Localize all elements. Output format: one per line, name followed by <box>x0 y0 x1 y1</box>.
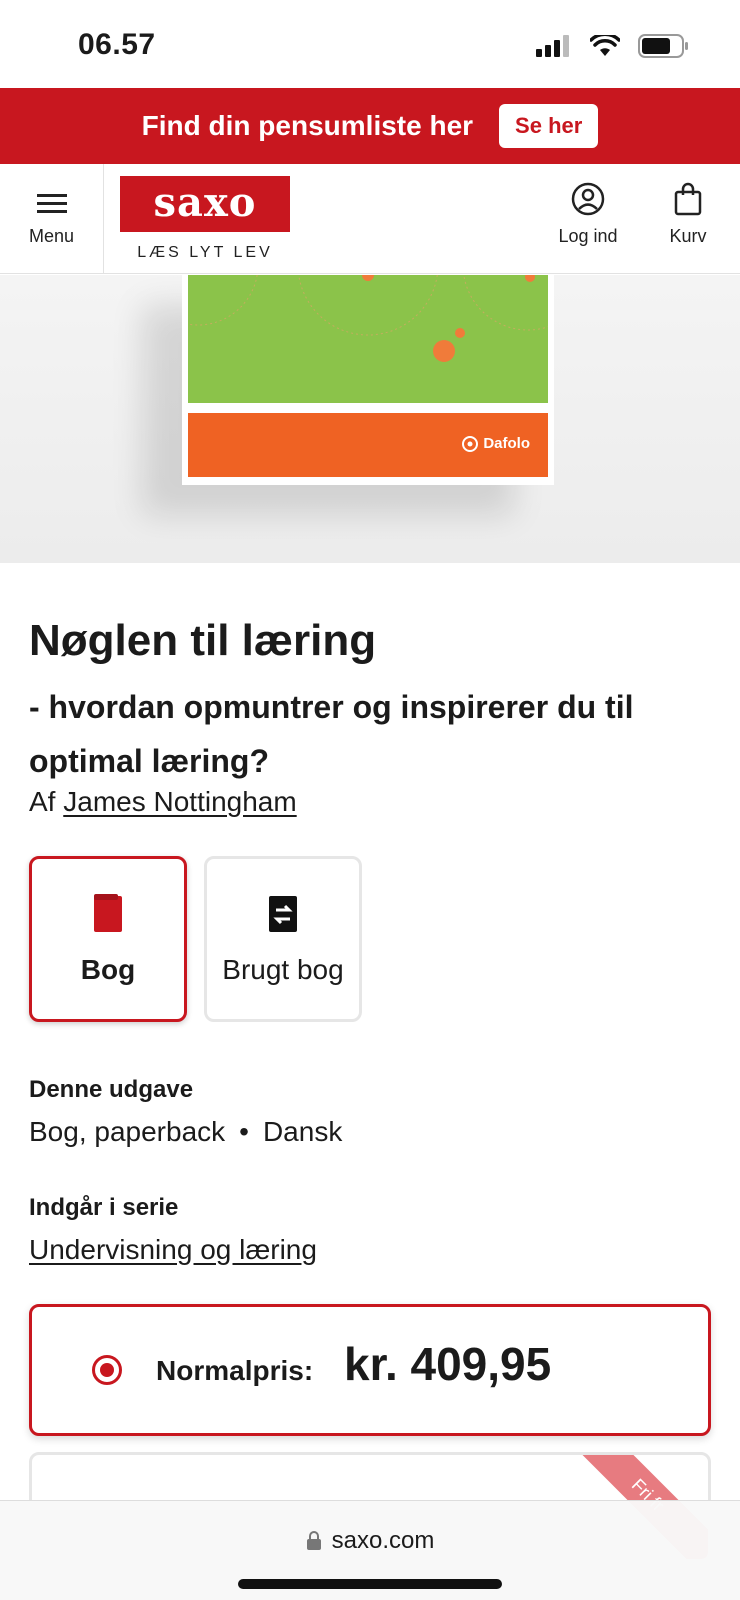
price-option-normal[interactable]: Normalpris: kr. 409,95 <box>29 1304 711 1436</box>
edition-type: Bog, paperback <box>29 1116 226 1147</box>
status-icons <box>536 34 690 58</box>
lock-icon <box>306 1531 321 1550</box>
hamburger-icon <box>36 193 67 213</box>
url-text: saxo.com <box>331 1527 435 1554</box>
author-prefix: Af <box>29 786 56 817</box>
menu-button[interactable]: Menu <box>0 164 104 274</box>
cart-label: Kurv <box>669 226 707 246</box>
saxo-logo: saxo <box>120 176 290 232</box>
edition-separator: • <box>239 1116 249 1147</box>
cover-artwork <box>188 275 548 403</box>
edition-language: Dansk <box>262 1116 343 1147</box>
status-time: 06.57 <box>78 28 156 61</box>
edition-heading: Denne udgave <box>29 1076 194 1103</box>
used-book-icon <box>269 896 297 932</box>
product-title: Nøglen til læring <box>29 616 377 665</box>
publisher-icon <box>462 435 479 452</box>
battery-icon <box>638 34 688 58</box>
logo-link[interactable]: saxo LÆS LYT LEV <box>120 176 290 262</box>
login-label: Log ind <box>558 226 618 246</box>
publisher-name: Dafolo <box>483 435 530 452</box>
format-book-option[interactable]: Bog <box>29 856 187 1022</box>
format-book-label: Bog <box>80 954 136 985</box>
menu-label: Menu <box>28 225 75 246</box>
home-indicator[interactable] <box>238 1579 502 1589</box>
login-button[interactable]: Log ind <box>548 182 628 247</box>
tagline: LÆS LYT LEV <box>137 244 273 261</box>
url-display[interactable]: saxo.com <box>0 1527 740 1555</box>
wifi-icon <box>590 35 620 56</box>
series-link[interactable]: Undervisning og læring <box>29 1234 317 1266</box>
price-value: kr. 409,95 <box>344 1338 552 1390</box>
promo-banner: Find din pensumliste her Se her <box>0 88 740 164</box>
book-icon <box>94 894 122 932</box>
price-radio-selected[interactable] <box>92 1355 122 1385</box>
site-header: Menu saxo LÆS LYT LEV Log ind Kurv <box>0 164 740 274</box>
cart-button[interactable]: Kurv <box>648 182 728 247</box>
series-heading: Indgår i serie <box>29 1194 179 1221</box>
browser-url-bar[interactable]: saxo.com <box>0 1500 740 1600</box>
shopping-bag-icon <box>674 182 702 216</box>
price-label: Normalpris: <box>156 1355 314 1386</box>
see-here-button[interactable]: Se her <box>499 104 599 148</box>
cover-band: Dafolo <box>188 413 548 477</box>
cover-pattern <box>188 275 548 362</box>
book-cover[interactable]: Dafolo <box>182 275 554 485</box>
format-used-book-option[interactable]: Brugt bog <box>204 856 362 1022</box>
signal-icon <box>536 35 569 57</box>
promo-text: Find din pensumliste her <box>141 110 474 141</box>
user-icon <box>571 182 605 216</box>
author-link[interactable]: James Nottingham <box>63 786 296 817</box>
publisher-logo: Dafolo <box>462 435 530 452</box>
product-image-area: Dafolo <box>0 275 740 563</box>
edition-details: Bog, paperback • Dansk <box>29 1116 342 1148</box>
format-used-book-label: Brugt bog <box>222 954 344 985</box>
status-bar: 06.57 <box>0 0 740 88</box>
author-line: Af James Nottingham <box>29 786 297 818</box>
product-subtitle: - hvordan opmuntrer og inspirerer du til… <box>29 689 634 779</box>
